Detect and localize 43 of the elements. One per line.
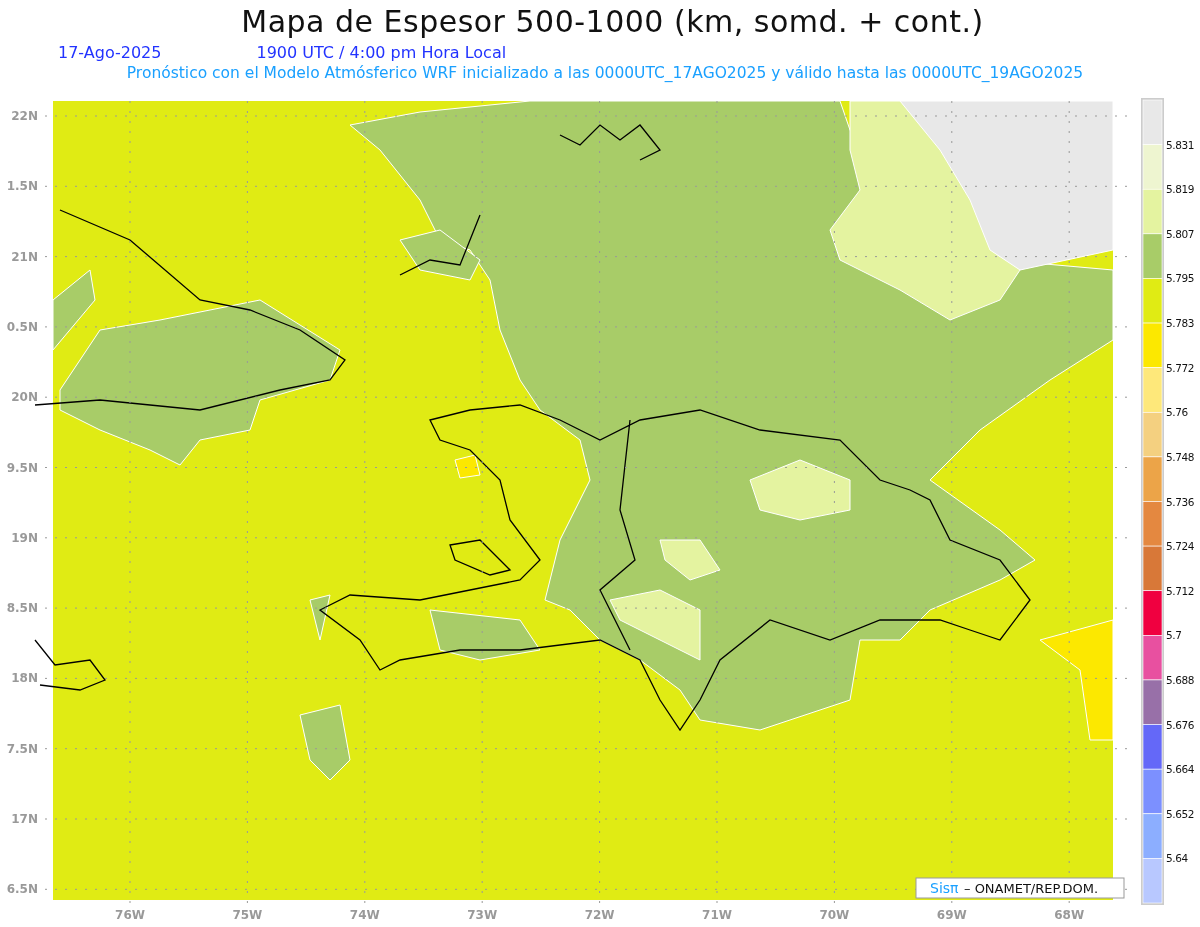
legend-value-label: 5.676 [1166, 718, 1195, 731]
forecast-date: 17-Ago-2025 [58, 43, 162, 63]
latitude-label: 17N [11, 812, 38, 826]
forecast-subtitle: Pronóstico con el Modelo Atmósferico WRF inicializado a las 0000UTC_17AGO2025 y válido hasta las 0000UTC_19AGO2025 [125, 63, 1085, 83]
legend-value-label: 5.688 [1166, 673, 1195, 686]
latitude-label: 1.5N [6, 179, 38, 194]
longitude-label: 72W [584, 908, 615, 922]
legend-value-label: 5.652 [1166, 807, 1195, 820]
longitude-label: 70W [819, 908, 850, 922]
map-title: Mapa de Espesor 500-1000 (km, somd. + cont.) [240, 3, 985, 41]
credit-label: Sisπ – ONAMET/REP.DOM. [915, 877, 1125, 899]
legend-value-label: 5.748 [1166, 450, 1195, 463]
legend-value-label: 5.795 [1166, 272, 1195, 285]
legend-value-label: 5.664 [1166, 763, 1195, 776]
latitude-label: 20N [11, 390, 38, 405]
latitude-label: 22N [11, 109, 38, 123]
latitude-label: 0.5N [6, 319, 38, 334]
longitude-label: 73W [467, 908, 498, 922]
latitude-label: 19N [11, 530, 38, 545]
legend-value-label: 5.7 [1166, 629, 1182, 642]
legend-value-label: 5.724 [1166, 540, 1195, 553]
latitude-label: 21N [11, 249, 38, 264]
legend-value-label: 5.736 [1166, 495, 1195, 508]
longitude-label: 68W [1054, 908, 1085, 922]
latitude-label: 8.5N [6, 601, 38, 616]
latitude-label: 9.5N [6, 460, 38, 475]
longitude-label: 75W [232, 908, 263, 922]
longitude-label: 71W [702, 908, 732, 922]
latitude-label: 7.5N [6, 741, 38, 756]
legend-value-label: 5.76 [1166, 406, 1188, 419]
legend-value-label: 5.712 [1166, 584, 1195, 597]
latitude-label: 6.5N [6, 882, 38, 897]
legend-value-label: 5.831 [1166, 138, 1195, 151]
longitude-label: 69W [936, 908, 967, 922]
forecast-time: 1900 UTC / 4:00 pm Hora Local [256, 43, 507, 63]
legend-value-label: 5.64 [1166, 852, 1188, 865]
legend-value-label: 5.783 [1166, 317, 1195, 330]
legend-value-label: 5.772 [1166, 361, 1195, 374]
legend-value-label: 5.807 [1166, 227, 1195, 240]
longitude-label: 76W [115, 908, 145, 922]
legend-value-label: 5.819 [1166, 183, 1195, 196]
longitude-label: 74W [349, 908, 380, 922]
latitude-label: 18N [11, 671, 38, 686]
